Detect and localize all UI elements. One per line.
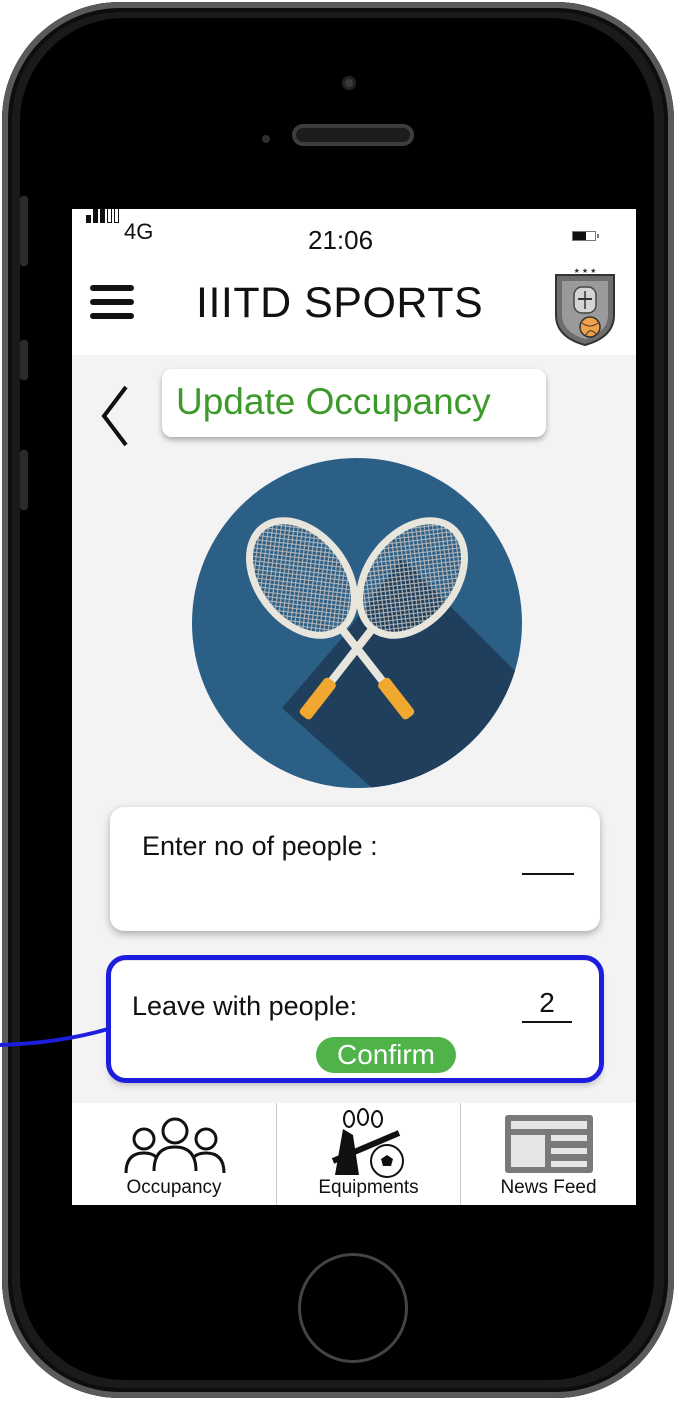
front-camera [342, 76, 356, 90]
earpiece-speaker [292, 124, 414, 146]
badminton-rackets-icon [192, 458, 522, 788]
battery-icon [572, 231, 599, 241]
people-count-card: Enter no of people : [110, 807, 600, 931]
nav-label-occupancy: Occupancy [126, 1177, 222, 1198]
nav-item-equipments[interactable]: Equipments [277, 1103, 460, 1205]
network-type: 4G [124, 219, 154, 244]
newspaper-icon [505, 1115, 593, 1173]
svg-text:★ ★ ★: ★ ★ ★ [574, 267, 597, 275]
status-bar: 4G 21:06 [72, 209, 636, 255]
hamburger-menu-icon[interactable] [90, 285, 134, 325]
people-count-input[interactable] [522, 843, 574, 875]
people-count-label: Enter no of people : [142, 831, 378, 861]
page-title-card: Update Occupancy [162, 369, 546, 437]
page-title: Update Occupancy [176, 381, 491, 422]
nav-item-news-feed[interactable]: News Feed [461, 1103, 636, 1205]
nav-label-equipments: Equipments [318, 1177, 419, 1198]
bottom-nav: Occupancy Equipments News Feed [72, 1103, 636, 1205]
home-button[interactable] [298, 1253, 408, 1363]
volume-down-button [20, 450, 28, 510]
back-chevron-icon[interactable] [96, 381, 136, 451]
app-bar: IIITD SPORTS ★ ★ ★ [72, 251, 636, 355]
team-crest-icon: ★ ★ ★ [555, 267, 615, 347]
annotation-pointer-line [0, 1027, 109, 1047]
mute-switch [20, 196, 28, 266]
sports-equipment-icon [331, 1108, 404, 1178]
nav-item-occupancy[interactable]: Occupancy [72, 1103, 276, 1205]
app-title: IIITD SPORTS [196, 279, 484, 327]
proximity-sensor [262, 135, 270, 143]
annotation-highlight-box [106, 955, 604, 1083]
nav-label-news-feed: News Feed [500, 1177, 597, 1198]
volume-up-button [20, 340, 28, 380]
people-group-icon [124, 1117, 226, 1174]
